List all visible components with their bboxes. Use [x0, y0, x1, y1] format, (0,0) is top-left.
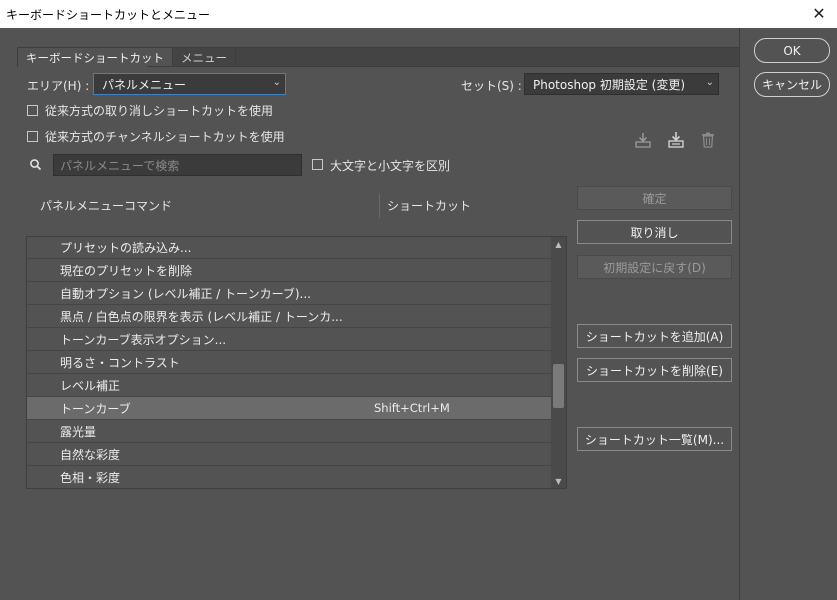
search-input[interactable]: パネルメニューで検索 [53, 154, 302, 176]
channel-shortcut-checkbox[interactable] [27, 131, 38, 142]
table-row[interactable]: 露光量 [27, 420, 552, 443]
set-select[interactable]: Photoshop 初期設定 (変更) ⌄ [524, 73, 719, 95]
command-name: 露光量 [60, 424, 97, 439]
command-name: 現在のプリセットを削除 [60, 263, 193, 278]
column-header-shortcut[interactable]: ショートカット [387, 197, 471, 214]
table-row[interactable]: プリセットの読み込み... [27, 237, 552, 259]
scroll-thumb[interactable] [553, 364, 564, 408]
column-header-command[interactable]: パネルメニューコマンド [40, 197, 172, 214]
channel-shortcut-label: 従来方式のチャンネルショートカットを使用 [45, 130, 285, 144]
undo-shortcut-checkbox[interactable] [27, 105, 38, 116]
command-name: 色相・彩度 [60, 470, 121, 485]
new-set-icon[interactable] [667, 131, 685, 149]
accept-button[interactable]: 確定 [577, 186, 732, 210]
table-row[interactable]: 現在のプリセットを削除 [27, 259, 552, 282]
scroll-up-icon[interactable]: ▲ [551, 237, 566, 251]
summarize-button[interactable]: ショートカット一覧(M)... [577, 427, 732, 451]
table-row[interactable]: トーンカーブ表示オプション... [27, 328, 552, 351]
command-list: プリセットの読み込み... 現在のプリセットを削除自動オプション (レベル補正 /… [26, 236, 567, 489]
window-title: キーボードショートカットとメニュー [6, 7, 211, 22]
ok-button[interactable]: OK [754, 38, 830, 63]
title-bar: キーボードショートカットとメニュー ✕ [0, 0, 837, 28]
save-set-icon[interactable] [634, 131, 652, 149]
set-label: セット(S) : [461, 79, 522, 93]
search-placeholder: パネルメニューで検索 [60, 158, 180, 173]
command-name: レベル補正 [60, 378, 121, 393]
tab-bar: キーボードショートカット メニュー [17, 47, 236, 67]
command-name: 自然な彩度 [60, 447, 121, 462]
table-row[interactable]: 色相・彩度 [27, 466, 552, 488]
area-label: エリア(H) : [27, 79, 90, 93]
cancel-button[interactable]: キャンセル [754, 72, 830, 97]
command-name: 明るさ・コントラスト [60, 355, 180, 370]
table-row[interactable]: 黒点 / 白色点の限界を表示 (レベル補正 / トーンカ... [27, 305, 552, 328]
area-select[interactable]: パネルメニュー ⌄ [93, 73, 286, 95]
search-icon [30, 159, 42, 171]
chevron-down-icon: ⌄ [705, 77, 714, 88]
case-sensitive-label: 大文字と小文字を区別 [330, 159, 451, 173]
table-row[interactable]: トーンカーブ Shift+Ctrl+M [27, 397, 552, 420]
tab-keyboard-shortcuts[interactable]: キーボードショートカット [17, 47, 173, 67]
set-select-value: Photoshop 初期設定 (変更) [533, 77, 686, 92]
command-name: 黒点 / 白色点の限界を表示 (レベル補正 / トーンカ... [60, 309, 343, 324]
undo-shortcut-label: 従来方式の取り消しショートカットを使用 [45, 104, 274, 118]
tab-strip [213, 47, 739, 66]
command-name: 自動オプション (レベル補正 / トーンカーブ)... [60, 286, 311, 301]
delete-shortcut-button[interactable]: ショートカットを削除(E) [577, 358, 732, 382]
table-row[interactable]: 自然な彩度 [27, 443, 552, 466]
tab-menus[interactable]: メニュー [173, 47, 236, 67]
chevron-down-icon: ⌄ [272, 77, 281, 88]
table-row[interactable]: レベル補正 [27, 374, 552, 397]
reset-defaults-button[interactable]: 初期設定に戻す(D) [577, 255, 732, 279]
tab-underline [147, 66, 739, 67]
close-icon[interactable]: ✕ [809, 3, 829, 23]
command-name: トーンカーブ [60, 401, 131, 416]
add-shortcut-button[interactable]: ショートカットを追加(A) [577, 324, 732, 348]
table-row[interactable]: 明るさ・コントラスト [27, 351, 552, 374]
shortcut-value[interactable]: Shift+Ctrl+M [374, 401, 450, 415]
command-name: プリセットの読み込み... [60, 240, 192, 255]
scroll-down-icon[interactable]: ▼ [551, 474, 566, 488]
undo-button[interactable]: 取り消し [577, 220, 732, 244]
column-separator [379, 194, 380, 218]
case-sensitive-checkbox[interactable] [312, 159, 323, 170]
table-row[interactable]: 自動オプション (レベル補正 / トーンカーブ)... [27, 282, 552, 305]
scrollbar[interactable]: ▲ ▼ [551, 237, 566, 488]
area-select-value: パネルメニュー [102, 77, 187, 92]
command-name: トーンカーブ表示オプション... [60, 332, 227, 347]
divider [739, 28, 740, 600]
delete-set-icon[interactable] [699, 131, 717, 149]
